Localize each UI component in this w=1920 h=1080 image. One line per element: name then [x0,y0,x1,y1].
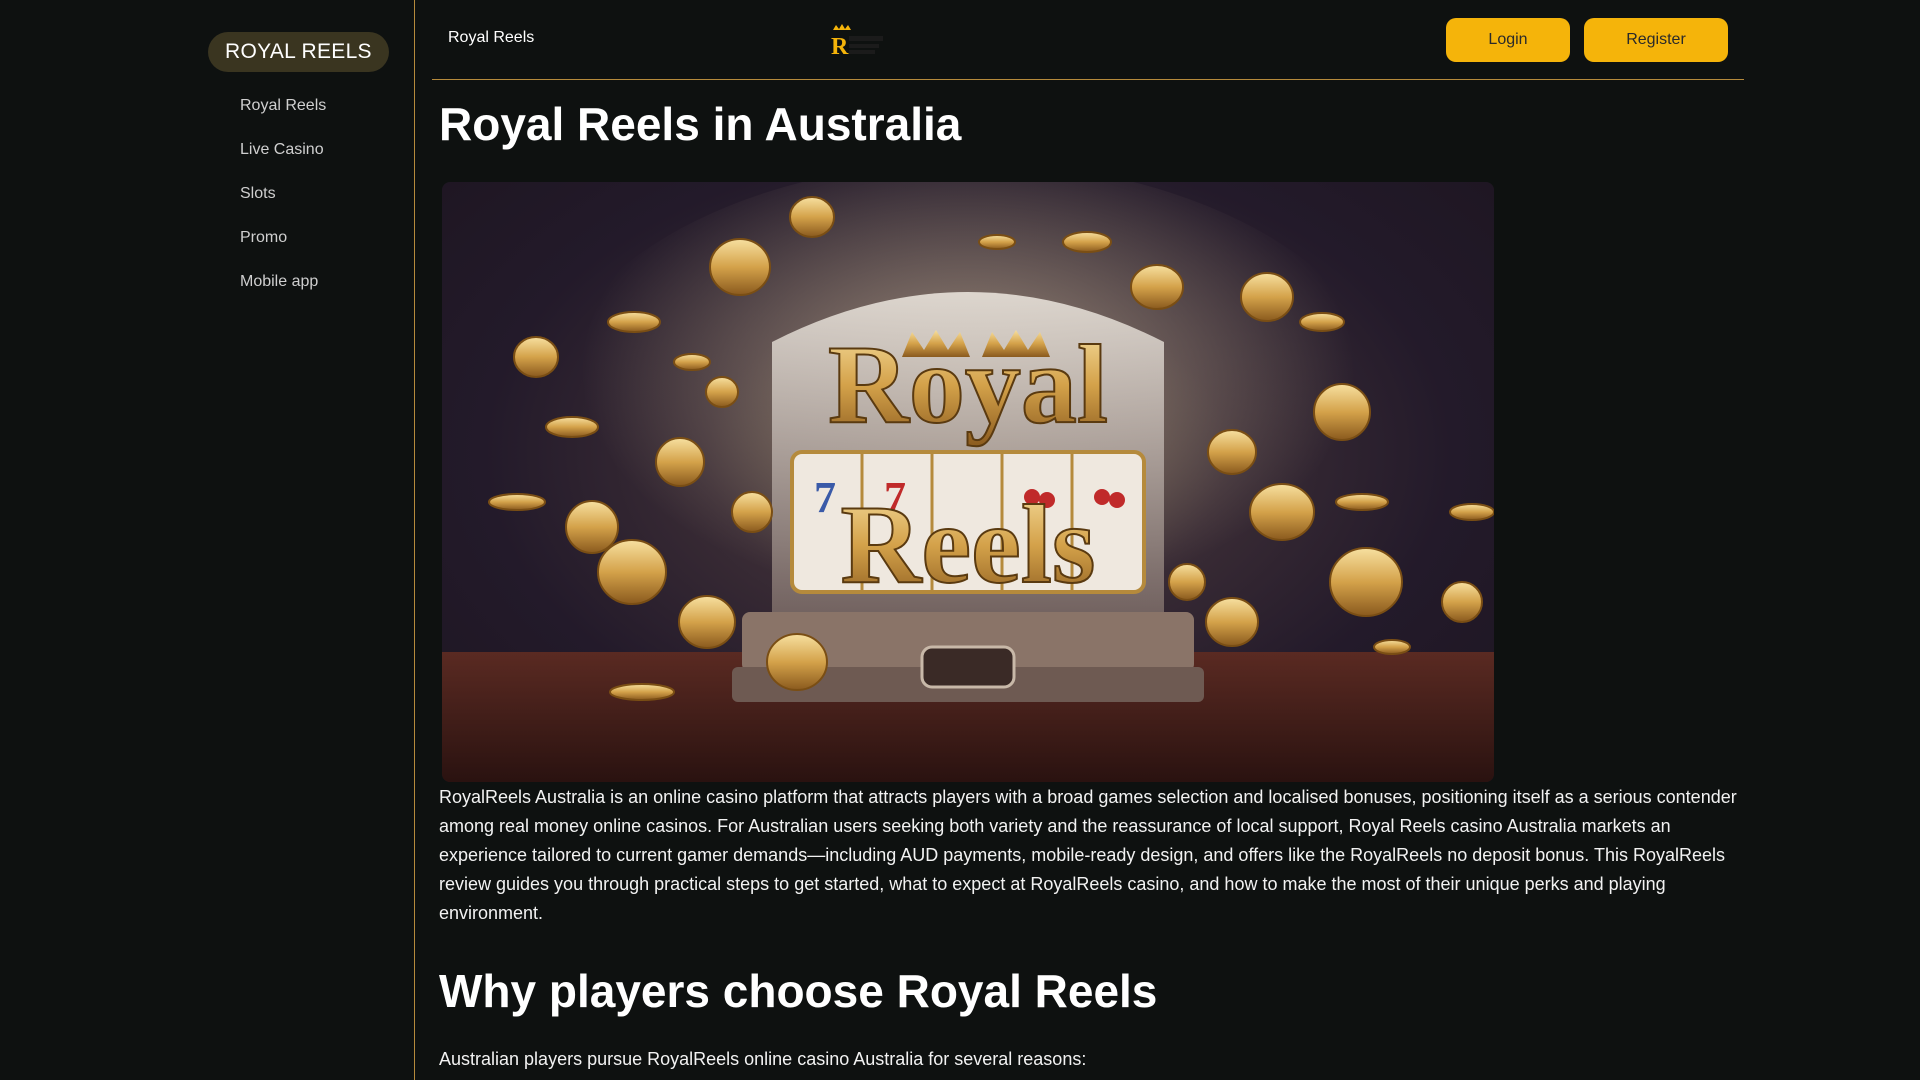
sidebar-nav: Royal Reels Live Casino Slots Promo Mobi… [240,92,326,312]
section-heading: Why players choose Royal Reels [439,965,1158,1018]
register-button[interactable]: Register [1584,18,1728,62]
section-intro: Australian players pursue RoyalReels onl… [439,1049,1087,1070]
intro-paragraph: RoyalReels Australia is an online casino… [439,787,1737,924]
svg-text:R: R [831,34,849,58]
brand-badge[interactable]: ROYAL REELS [208,32,389,72]
royal-reels-logo-icon[interactable]: R [827,22,887,60]
main-content: Royal Reels in Australia 7 7 Royal Reels… [439,80,1739,1074]
page-title: Royal Reels in Australia [439,98,962,150]
hero-image: 7 7 Royal Reels [442,182,1494,783]
top-bar: Royal Reels R Login Register [432,0,1744,80]
sidebar-item-mobile-app[interactable]: Mobile app [240,268,326,312]
site-title[interactable]: Royal Reels [448,29,534,47]
sidebar-item-live-casino[interactable]: Live Casino [240,136,326,180]
hero-title-line1: Royal [828,323,1108,447]
hero-title-line2: Reels [840,483,1095,607]
sidebar-item-royal-reels[interactable]: Royal Reels [240,92,326,136]
sidebar-item-promo[interactable]: Promo [240,224,326,268]
slot-machine-coins-image: 7 7 Royal Reels [442,182,1494,783]
login-button[interactable]: Login [1446,18,1570,62]
sidebar: ROYAL REELS Royal Reels Live Casino Slot… [0,0,415,1080]
sidebar-item-slots[interactable]: Slots [240,180,326,224]
svg-text:7: 7 [814,473,836,522]
